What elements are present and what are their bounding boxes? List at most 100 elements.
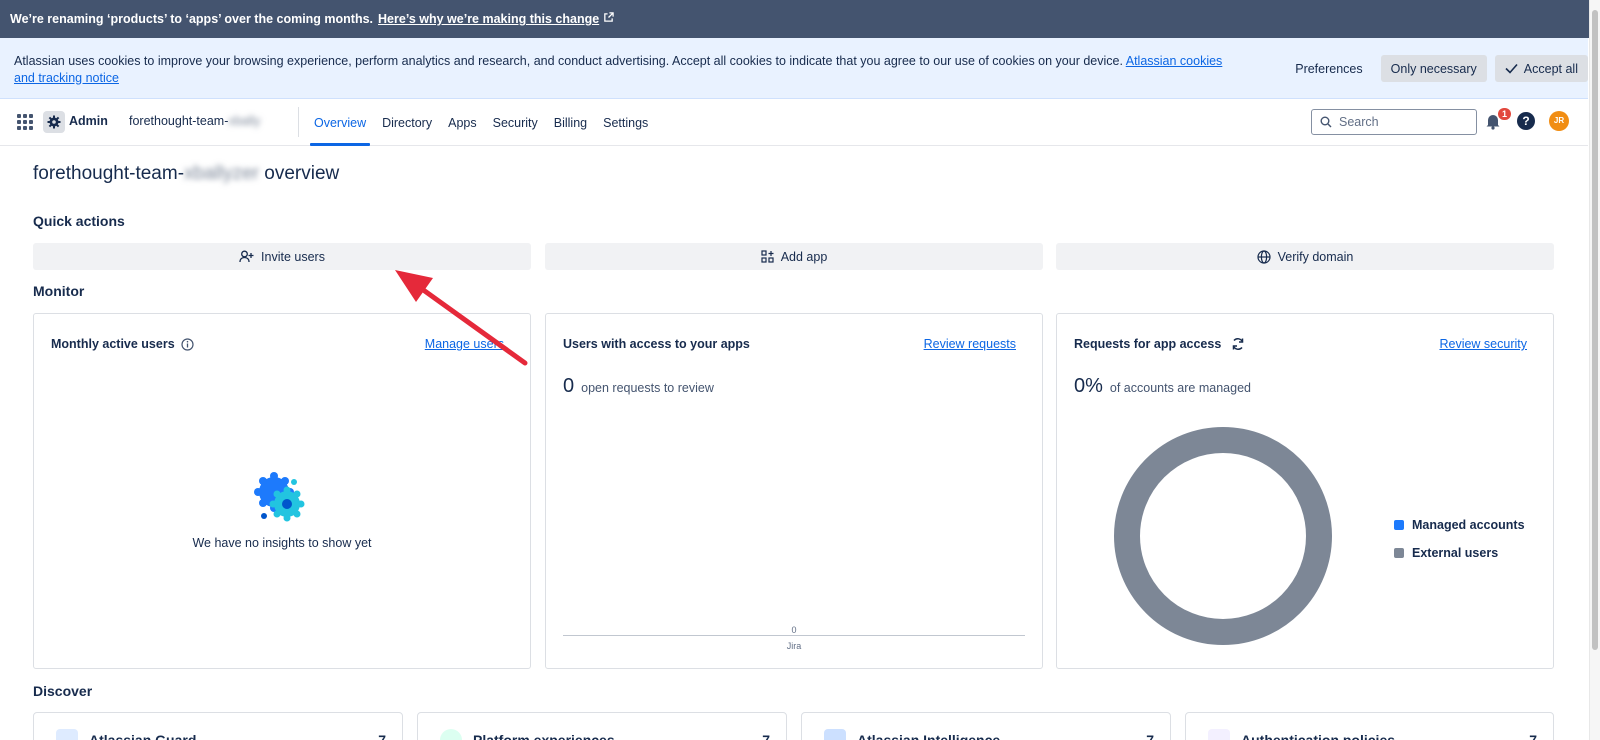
discover-card-title: Platform experiences bbox=[473, 732, 615, 740]
top-navigation: Admin forethought-team-xbally Overview D… bbox=[0, 99, 1588, 146]
discover-card-title: Atlassian Guard bbox=[89, 732, 197, 740]
accounts-donut-chart bbox=[1114, 427, 1332, 645]
preferences-label: Preferences bbox=[1295, 61, 1363, 76]
gears-illustration-icon bbox=[254, 472, 305, 522]
only-necessary-label: Only necessary bbox=[1390, 61, 1477, 76]
discover-card[interactable]: Authentication policies 7 bbox=[1185, 712, 1554, 740]
managed-percent-label: of accounts are managed bbox=[1109, 381, 1251, 395]
org-name-prefix: forethought-team- bbox=[129, 114, 229, 128]
lock-icon bbox=[1208, 729, 1230, 740]
monitor-heading: Monitor bbox=[33, 283, 85, 299]
page-title-suffix: overview bbox=[264, 163, 340, 184]
announcement-text: We’re renaming ‘products’ to ‘apps’ over… bbox=[10, 12, 374, 26]
card-title: Monthly active users bbox=[51, 337, 194, 351]
tab-settings[interactable]: Settings bbox=[595, 99, 656, 146]
tab-overview[interactable]: Overview bbox=[306, 99, 374, 146]
admin-label[interactable]: Admin bbox=[69, 114, 108, 128]
add-app-button[interactable]: Add app bbox=[545, 243, 1043, 270]
discover-card[interactable]: Platform experiences 7 bbox=[417, 712, 787, 740]
search-input[interactable]: Search bbox=[1311, 109, 1477, 135]
managed-accounts-metric: 0% of accounts are managed bbox=[1074, 375, 1251, 398]
app-access-title: Requests for app access bbox=[1074, 337, 1222, 351]
legend-label-managed: Managed accounts bbox=[1412, 518, 1525, 532]
accept-all-button[interactable]: Accept all bbox=[1494, 55, 1588, 82]
add-app-label: Add app bbox=[780, 249, 828, 264]
apps-icon bbox=[761, 250, 774, 263]
donut-slice-external-users bbox=[1114, 427, 1332, 645]
verify-domain-label: Verify domain bbox=[1277, 249, 1354, 264]
scrollbar-thumb[interactable] bbox=[1592, 10, 1598, 650]
intelligence-icon bbox=[824, 729, 846, 740]
discover-card-count: 7 bbox=[762, 732, 770, 740]
cookie-banner: Atlassian uses cookies to improve your b… bbox=[0, 38, 1588, 99]
legend-swatch-external bbox=[1394, 548, 1404, 558]
card-title: Requests for app access bbox=[1074, 337, 1245, 351]
check-icon bbox=[1505, 63, 1518, 74]
info-icon[interactable] bbox=[181, 337, 194, 351]
bar-value-label: 0 bbox=[791, 625, 797, 635]
tab-billing[interactable]: Billing bbox=[546, 99, 595, 146]
external-link-icon[interactable] bbox=[603, 12, 614, 26]
open-requests-count: 0 bbox=[563, 375, 575, 397]
page-title-prefix: forethought-team- bbox=[33, 163, 185, 184]
discover-heading: Discover bbox=[33, 683, 93, 699]
legend-swatch-managed bbox=[1394, 520, 1404, 530]
accept-all-label: Accept all bbox=[1523, 61, 1578, 76]
announcement-banner: We’re renaming ‘products’ to ‘apps’ over… bbox=[0, 0, 1600, 38]
monthly-active-users-card: Monthly active users Manage users We hav… bbox=[33, 313, 531, 669]
gear-icon[interactable] bbox=[43, 111, 65, 133]
search-placeholder: Search bbox=[1339, 115, 1379, 129]
help-icon[interactable]: ? bbox=[1517, 112, 1535, 130]
platform-icon bbox=[440, 729, 462, 740]
users-access-card: Users with access to your apps Review re… bbox=[545, 313, 1043, 669]
legend-item-external: External users bbox=[1394, 546, 1525, 560]
only-necessary-button[interactable]: Only necessary bbox=[1380, 55, 1487, 82]
users-access-title: Users with access to your apps bbox=[563, 337, 750, 351]
page-title: forethought-team-xballyzer overview bbox=[33, 163, 339, 185]
chart-legend: Managed accounts External users bbox=[1394, 518, 1525, 574]
guard-icon bbox=[56, 729, 78, 740]
discover-card-title: Authentication policies bbox=[1241, 732, 1396, 740]
chart-category-label: Jira bbox=[786, 641, 802, 651]
discover-card-count: 7 bbox=[378, 732, 386, 740]
nav-divider bbox=[298, 107, 299, 137]
add-user-icon bbox=[239, 250, 254, 263]
open-requests-label: open requests to review bbox=[581, 381, 714, 395]
discover-card-title: Atlassian Intelligence bbox=[857, 732, 1001, 740]
discover-card-count: 7 bbox=[1529, 732, 1537, 740]
nav-tabs: Overview Directory Apps Security Billing… bbox=[306, 99, 656, 146]
legend-item-managed: Managed accounts bbox=[1394, 518, 1525, 532]
app-access-requests-card: Requests for app access Review security … bbox=[1056, 313, 1554, 669]
cookie-text-block: Atlassian uses cookies to improve your b… bbox=[14, 53, 1234, 86]
avatar[interactable]: JR bbox=[1549, 111, 1569, 131]
tab-apps[interactable]: Apps bbox=[440, 99, 485, 146]
search-icon bbox=[1320, 116, 1332, 128]
invite-users-button[interactable]: Invite users bbox=[33, 243, 531, 270]
invite-users-label: Invite users bbox=[261, 249, 325, 264]
legend-label-external: External users bbox=[1412, 546, 1499, 560]
verify-domain-button[interactable]: Verify domain bbox=[1056, 243, 1554, 270]
quick-actions-heading: Quick actions bbox=[33, 213, 125, 229]
review-security-link[interactable]: Review security bbox=[1439, 337, 1527, 351]
org-switcher[interactable]: forethought-team-xbally bbox=[129, 114, 260, 128]
tab-directory[interactable]: Directory bbox=[374, 99, 440, 146]
tab-security[interactable]: Security bbox=[485, 99, 546, 146]
preferences-button[interactable]: Preferences bbox=[1285, 55, 1372, 82]
page-title-blurred: xballyzer bbox=[184, 163, 260, 184]
globe-icon bbox=[1257, 249, 1271, 264]
notification-count-badge: 1 bbox=[1498, 108, 1511, 120]
monthly-active-users-title: Monthly active users bbox=[51, 337, 175, 351]
page-scrollbar[interactable] bbox=[1589, 0, 1600, 740]
managed-percent: 0% bbox=[1074, 375, 1103, 397]
org-name-blurred: xbally bbox=[228, 114, 261, 128]
announcement-link[interactable]: Here’s why we’re making this change bbox=[378, 12, 599, 26]
cookie-text: Atlassian uses cookies to improve your b… bbox=[14, 54, 1123, 68]
app-switcher-icon[interactable] bbox=[17, 114, 33, 130]
discover-card-count: 7 bbox=[1146, 732, 1154, 740]
review-requests-link[interactable]: Review requests bbox=[924, 337, 1016, 351]
manage-users-link[interactable]: Manage users bbox=[425, 337, 504, 351]
refresh-icon[interactable] bbox=[1231, 337, 1245, 351]
card-title: Users with access to your apps bbox=[563, 337, 750, 351]
discover-card[interactable]: Atlassian Guard 7 bbox=[33, 712, 403, 740]
discover-card[interactable]: Atlassian Intelligence 7 bbox=[801, 712, 1171, 740]
